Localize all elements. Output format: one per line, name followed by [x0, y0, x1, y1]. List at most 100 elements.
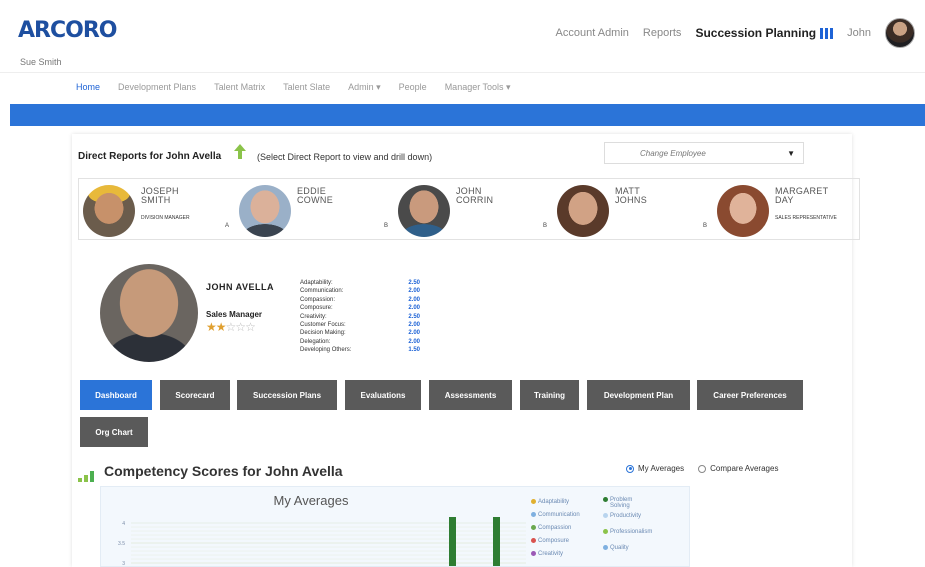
chart-bar[interactable]	[449, 517, 456, 567]
tab-evaluations[interactable]: Evaluations	[345, 380, 421, 410]
tab-scorecard[interactable]: Scorecard	[160, 380, 230, 410]
tab-succession-plans[interactable]: Succession Plans	[237, 380, 337, 410]
competency-row: Customer Focus: 2.00	[300, 321, 420, 329]
direct-report-card[interactable]: B JOHN CORRIN	[384, 185, 534, 237]
competency-row: Developing Others: 1.50	[300, 346, 420, 354]
rating-stars: ★★☆☆☆	[206, 320, 256, 334]
user-name[interactable]: John	[847, 27, 871, 39]
legend-item[interactable]: Quality	[603, 545, 629, 551]
legend-dot-icon	[531, 525, 536, 530]
nav-talent-matrix[interactable]: Talent Matrix	[214, 82, 265, 93]
competency-label: Decision Making:	[300, 330, 346, 337]
profile-photo	[100, 264, 198, 362]
radio-unselected-icon[interactable]	[698, 464, 707, 473]
report-name: EDDIE COWNE	[297, 186, 333, 205]
legend-item[interactable]: Adaptability	[531, 499, 569, 505]
legend-dot-icon	[531, 551, 536, 556]
reports-link[interactable]: Reports	[643, 27, 682, 39]
main-nav: Home Development Plans Talent Matrix Tal…	[0, 72, 925, 102]
profile-name: JOHN AVELLA	[206, 282, 275, 292]
legend-item[interactable]: Compassion	[531, 525, 571, 531]
direct-report-card[interactable]: B MARGARET DAY SALES REPRESENTATIVE	[703, 185, 858, 237]
succession-planning-link[interactable]: Succession Planning	[695, 26, 834, 40]
legend-item[interactable]: Professionalism	[603, 529, 652, 535]
report-name: MARGARET DAY	[775, 186, 829, 205]
legend-label: Problem Solving	[610, 497, 633, 509]
up-arrow-icon[interactable]	[234, 144, 246, 159]
legend-item[interactable]: Problem Solving	[603, 497, 632, 509]
legend-label: Adaptability	[538, 499, 570, 506]
report-letter: B	[384, 223, 389, 229]
legend-item[interactable]: Composure	[531, 538, 569, 544]
change-employee-select[interactable]: Change Employee ▼	[604, 142, 804, 164]
nav-admin[interactable]: Admin ▾	[348, 82, 381, 93]
star-empty-icon: ☆	[245, 320, 256, 334]
tab-org-chart[interactable]: Org Chart	[80, 417, 148, 447]
star-filled-icon: ★	[206, 320, 217, 334]
nav-home[interactable]: Home	[76, 82, 100, 93]
report-role: DIVISION MANAGER	[141, 215, 190, 221]
direct-reports-hint: (Select Direct Report to view and drill …	[257, 152, 433, 162]
nav-talent-slate[interactable]: Talent Slate	[283, 82, 330, 93]
competency-value: 2.00	[408, 338, 420, 345]
app-grid-icon[interactable]	[820, 28, 834, 40]
report-role: SALES REPRESENTATIVE	[775, 215, 837, 221]
avatar	[717, 185, 769, 237]
competency-value: 1.50	[408, 347, 420, 354]
avatar	[398, 185, 450, 237]
direct-report-card[interactable]: JOSEPH SMITH DIVISION MANAGER	[83, 185, 233, 237]
competency-scores-title: Competency Scores for John Avella	[104, 463, 343, 479]
legend-dot-icon	[603, 545, 608, 550]
competency-row: Delegation: 2.00	[300, 338, 420, 346]
chart-plot: 43.53	[118, 517, 526, 567]
competency-value: 2.00	[408, 321, 420, 328]
user-avatar[interactable]	[885, 18, 915, 48]
chevron-down-icon: ▼	[787, 149, 795, 158]
legend-label: Compassion	[538, 525, 572, 532]
averages-toggle: My Averages Compare Averages	[626, 464, 778, 473]
competency-row: Composure: 2.00	[300, 304, 420, 312]
legend-item[interactable]: Productivity	[603, 513, 641, 519]
competency-label: Delegation:	[300, 338, 331, 345]
legend-dot-icon	[531, 512, 536, 517]
competency-value: 2.00	[408, 288, 420, 295]
competency-value: 2.00	[408, 296, 420, 303]
competency-row: Creativity: 2.50	[300, 313, 420, 321]
nav-development-plans[interactable]: Development Plans	[118, 82, 196, 93]
competency-label: Communication:	[300, 288, 344, 295]
nav-people[interactable]: People	[399, 82, 427, 93]
y-tick-label: 3.5	[118, 541, 125, 547]
tab-assessments[interactable]: Assessments	[429, 380, 512, 410]
legend-label: Communication	[538, 512, 580, 519]
compare-averages-label: Compare Averages	[710, 464, 779, 473]
compare-averages-option[interactable]: Compare Averages	[698, 464, 778, 473]
report-name: MATT JOHNS	[615, 186, 648, 205]
tab-career-preferences[interactable]: Career Preferences	[697, 380, 803, 410]
my-averages-option[interactable]: My Averages	[626, 464, 684, 473]
legend-item[interactable]: Creativity	[531, 551, 563, 557]
competency-value: 2.50	[408, 313, 420, 320]
profile-role: Sales Manager	[206, 310, 263, 319]
direct-report-card[interactable]: A EDDIE COWNE	[225, 185, 375, 237]
direct-report-card[interactable]: B MATT JOHNS	[543, 185, 693, 237]
legend-label: Quality	[610, 545, 629, 552]
signed-in-user: Sue Smith	[20, 57, 62, 67]
arcoro-logo[interactable]: ARCORO	[18, 18, 117, 43]
radio-selected-icon[interactable]	[626, 464, 634, 473]
direct-reports-strip: JOSEPH SMITH DIVISION MANAGER A EDDIE COWN…	[78, 178, 860, 240]
report-letter: A	[225, 223, 230, 229]
tab-development-plan[interactable]: Development Plan	[587, 380, 690, 410]
legend-dot-icon	[531, 538, 536, 543]
account-admin-link[interactable]: Account Admin	[556, 27, 629, 39]
legend-label: Productivity	[610, 513, 642, 520]
legend-dot-icon	[603, 497, 608, 502]
tab-training[interactable]: Training	[520, 380, 579, 410]
legend-dot-icon	[603, 513, 608, 518]
competency-value: 2.50	[408, 280, 420, 286]
tab-dashboard[interactable]: Dashboard	[80, 380, 152, 410]
report-letter: B	[703, 223, 708, 229]
chart-bar[interactable]	[493, 517, 500, 567]
nav-manager-tools[interactable]: Manager Tools ▾	[445, 82, 511, 93]
legend-item[interactable]: Communication	[531, 512, 580, 518]
star-empty-icon: ☆	[225, 320, 237, 334]
